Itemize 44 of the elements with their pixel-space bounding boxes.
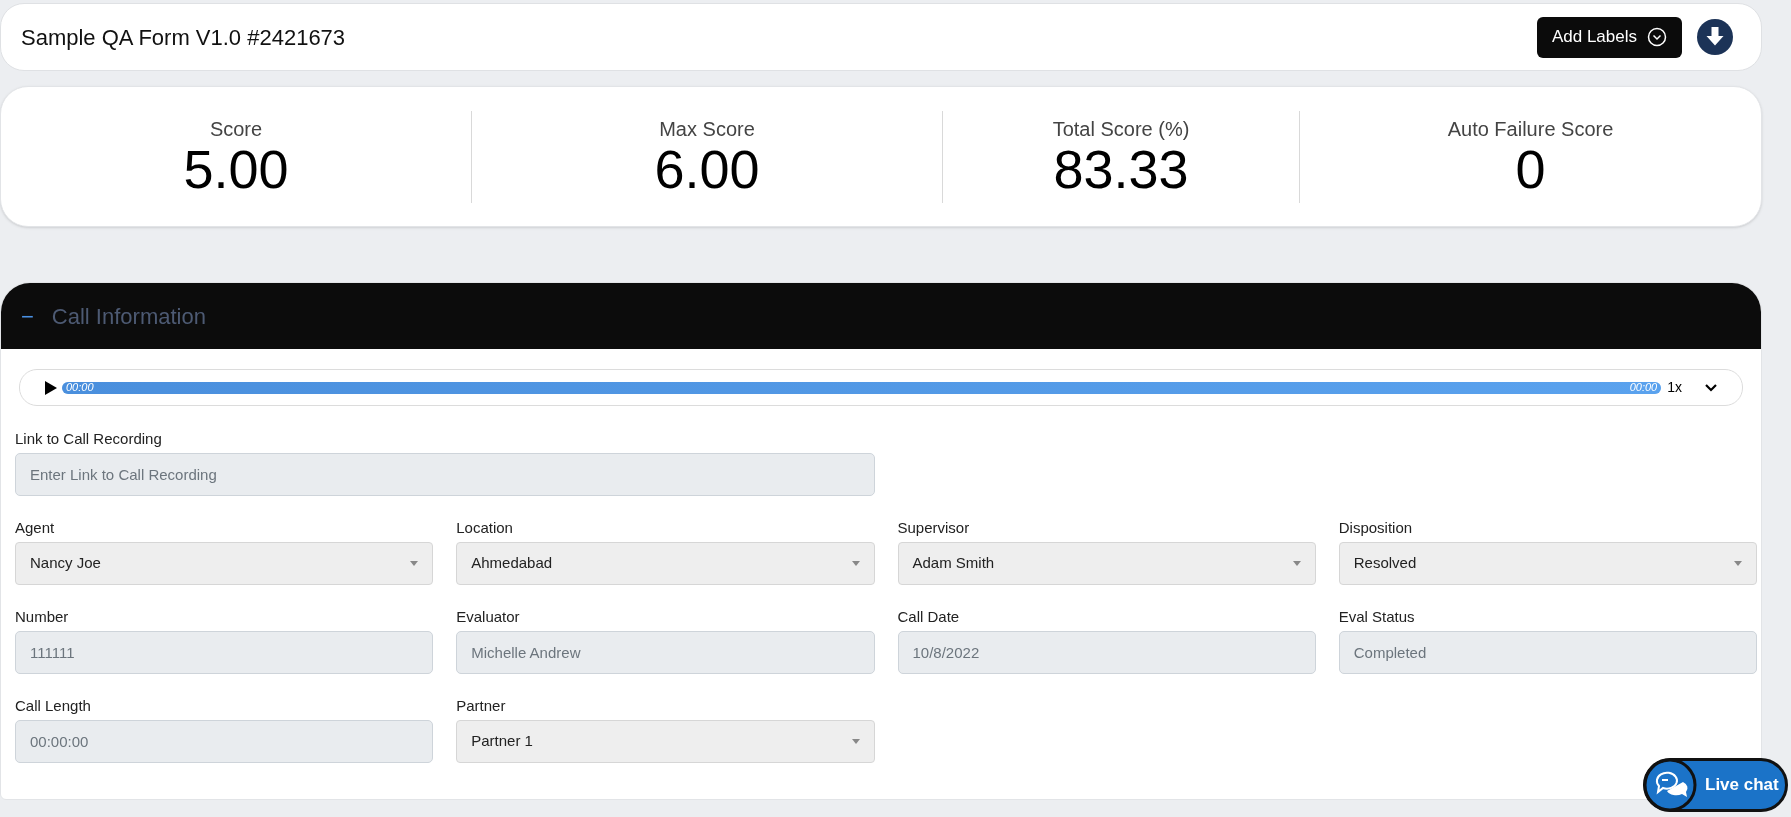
dropdown-arrow-icon [1292,561,1301,566]
download-icon[interactable] [1697,19,1733,55]
field-label: Location [456,518,514,538]
progress-track[interactable]: 00:00 00:00 [62,381,1662,394]
playback-speed[interactable]: 1x [1667,377,1682,398]
dropdown[interactable]: Nancy Joe [15,542,434,585]
field-label: Link to Call Recording [15,429,163,449]
score-value: 0 [1515,142,1546,196]
dropdown[interactable]: Resolved [1338,542,1757,585]
play-icon[interactable] [44,380,58,395]
field-label: Supervisor [897,518,971,538]
current-time: 00:00 [66,382,94,393]
score-value: 6.00 [654,142,760,196]
field-label: Partner [456,696,507,716]
field-label: Evaluator [456,607,521,627]
add-labels-button[interactable]: Add Labels [1536,16,1682,58]
chevron-down-icon [1647,27,1667,47]
dropdown-arrow-icon [410,561,419,566]
form-title: Sample QA Form V1.0 #2421673 [21,23,346,52]
dropdown[interactable]: Ahmedabad [456,542,875,585]
score-label: Max Score [659,117,755,142]
field-label: Call Date [897,607,961,627]
score-value: 83.33 [1053,142,1189,196]
section-header[interactable]: − Call Information [1,283,1761,349]
section-title: Call Information [51,302,206,331]
chevron-down-icon[interactable] [1704,382,1718,393]
field-label: Eval Status [1338,607,1416,627]
dropdown-arrow-icon [851,561,860,566]
field-label: Disposition [1338,518,1414,538]
score-value: 5.00 [183,142,289,196]
field-label: Number [15,607,70,627]
dropdown[interactable]: Partner 1 [456,720,875,763]
live-chat-label: Live chat [1705,774,1779,797]
score-label: Score [209,117,263,142]
duration-time: 00:00 [1629,382,1658,393]
live-chat-button[interactable]: Live chat [1643,758,1788,812]
field-label: Agent [15,518,56,538]
score-label: Auto Failure Score [1447,117,1614,142]
score-label: Total Score (%) [1052,117,1190,142]
dropdown[interactable]: Adam Smith [897,542,1316,585]
field-label: Call Length [15,696,92,716]
collapse-toggle[interactable]: − [21,299,34,333]
dropdown-arrow-icon [1734,561,1742,566]
dropdown-arrow-icon [851,739,860,744]
